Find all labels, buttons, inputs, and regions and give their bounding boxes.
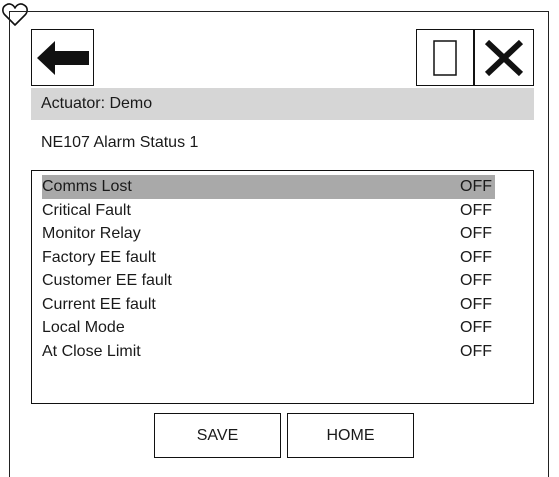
alarm-label: Monitor Relay <box>42 225 141 242</box>
alarm-label: Critical Fault <box>42 201 131 219</box>
close-icon <box>484 39 524 76</box>
alarm-row-customer-ee-fault[interactable]: Customer EE fault OFF <box>42 269 495 293</box>
back-arrow-icon <box>36 40 89 75</box>
page-title: NE107 Alarm Status 1 <box>41 134 199 151</box>
alarm-label: Customer EE fault <box>42 272 172 289</box>
alarm-row-monitor-relay[interactable]: Monitor Relay OFF <box>42 222 495 246</box>
alarm-row-current-ee-fault[interactable]: Current EE fault OFF <box>42 293 495 317</box>
alarm-label: At Close Limit <box>42 342 141 360</box>
home-button[interactable]: HOME <box>287 413 414 458</box>
alarm-row-local-mode[interactable]: Local Mode OFF <box>42 316 495 340</box>
alarm-row-at-close-limit[interactable]: At Close Limit OFF <box>42 340 495 364</box>
alarm-value: OFF <box>460 178 492 195</box>
alarm-row-critical-fault[interactable]: Critical Fault OFF <box>42 199 495 223</box>
alarm-value: OFF <box>460 295 492 313</box>
back-button[interactable] <box>31 29 94 86</box>
alarm-value: OFF <box>460 319 492 336</box>
close-button[interactable] <box>474 29 534 86</box>
alarm-value: OFF <box>460 201 492 219</box>
alarm-row-factory-ee-fault[interactable]: Factory EE fault OFF <box>42 246 495 270</box>
window-button[interactable] <box>416 29 474 86</box>
alarm-label: Comms Lost <box>42 178 132 195</box>
alarm-row-comms-lost[interactable]: Comms Lost OFF <box>42 175 495 199</box>
actuator-header: Actuator: Demo <box>31 88 534 120</box>
alarm-value: OFF <box>460 342 492 360</box>
alarm-label: Current EE fault <box>42 295 156 313</box>
alarm-label: Local Mode <box>42 319 125 336</box>
alarm-value: OFF <box>460 272 492 289</box>
alarm-value: OFF <box>460 225 492 242</box>
save-button[interactable]: SAVE <box>154 413 281 458</box>
alarm-status-list: Comms Lost OFF Critical Fault OFF Monito… <box>31 170 534 404</box>
window-icon <box>433 39 457 76</box>
alarm-value: OFF <box>460 248 492 266</box>
alarm-label: Factory EE fault <box>42 248 156 266</box>
